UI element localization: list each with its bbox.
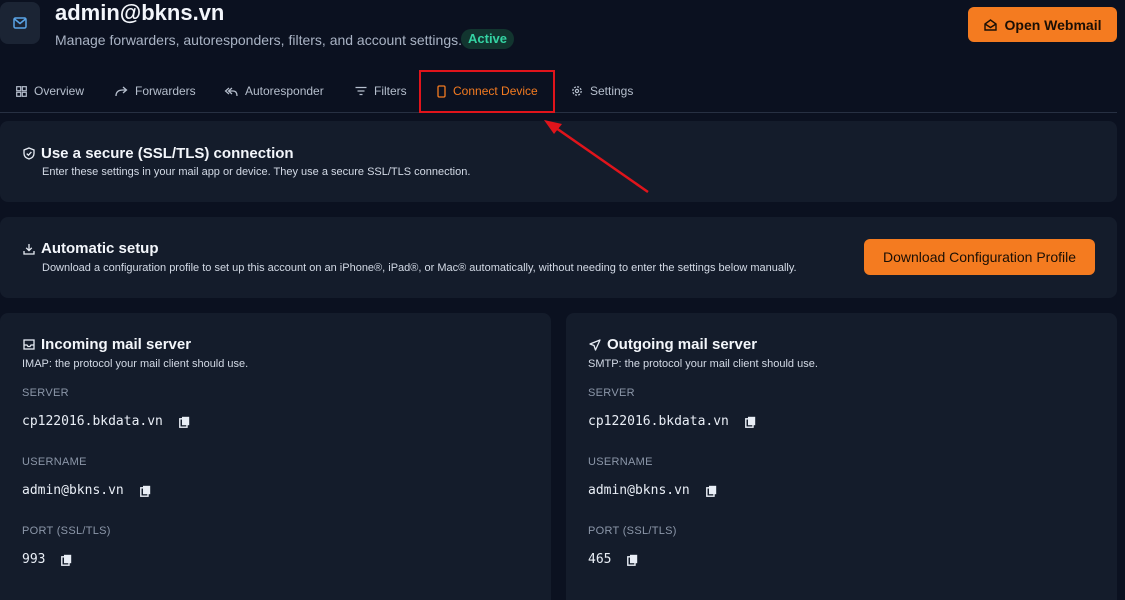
open-mail-icon xyxy=(983,18,997,31)
secure-connection-desc: Enter these settings in your mail app or… xyxy=(42,166,471,178)
filter-icon xyxy=(355,86,367,96)
tab-forwarders-label: Forwarders xyxy=(135,84,196,98)
outgoing-username-value: admin@bkns.vn xyxy=(588,483,690,498)
download-icon xyxy=(23,243,35,255)
outgoing-title: Outgoing mail server xyxy=(607,336,758,353)
incoming-port-label: PORT (SSL/TLS) xyxy=(22,525,111,537)
outgoing-server-row: cp122016.bkdata.vn xyxy=(588,414,756,429)
tab-settings[interactable]: Settings xyxy=(571,70,633,112)
incoming-desc: IMAP: the protocol your mail client shou… xyxy=(22,358,249,370)
forward-arrow-icon xyxy=(115,86,128,97)
outgoing-port-row: 465 xyxy=(588,552,638,567)
automatic-setup-title-row: Automatic setup xyxy=(23,240,159,257)
incoming-server-card: Incoming mail server IMAP: the protocol … xyxy=(0,313,551,600)
incoming-port-row: 993 xyxy=(22,552,72,567)
incoming-title: Incoming mail server xyxy=(41,336,192,353)
tab-overview[interactable]: Overview xyxy=(16,70,84,112)
incoming-server-label: SERVER xyxy=(22,387,69,399)
open-webmail-label: Open Webmail xyxy=(1004,16,1102,33)
outgoing-server-card: Outgoing mail server SMTP: the protocol … xyxy=(566,313,1117,600)
outgoing-username-row: admin@bkns.vn xyxy=(588,483,717,498)
status-badge: Active xyxy=(461,29,515,49)
copy-icon[interactable] xyxy=(744,416,756,428)
incoming-port-value: 993 xyxy=(22,552,46,567)
incoming-title-row: Incoming mail server xyxy=(23,336,191,353)
outgoing-server-value: cp122016.bkdata.vn xyxy=(588,414,729,429)
incoming-username-row: admin@bkns.vn xyxy=(22,483,151,498)
copy-icon[interactable] xyxy=(627,554,638,566)
tab-autoresponder-label: Autoresponder xyxy=(245,84,324,98)
incoming-username-label: USERNAME xyxy=(22,456,87,468)
phone-icon xyxy=(437,84,446,98)
outgoing-port-value: 465 xyxy=(588,552,612,567)
account-title: admin@bkns.vn xyxy=(55,0,225,25)
secure-connection-card: Use a secure (SSL/TLS) connection Enter … xyxy=(0,121,1117,202)
open-webmail-button[interactable]: Open Webmail xyxy=(968,7,1117,42)
incoming-server-row: cp122016.bkdata.vn xyxy=(22,414,190,429)
outgoing-port-label: PORT (SSL/TLS) xyxy=(588,525,677,537)
automatic-setup-title: Automatic setup xyxy=(41,240,159,257)
send-icon xyxy=(589,338,601,351)
tab-filters[interactable]: Filters xyxy=(355,70,407,112)
tab-forwarders[interactable]: Forwarders xyxy=(115,70,196,112)
tab-overview-label: Overview xyxy=(34,84,85,98)
gear-icon xyxy=(571,85,583,97)
account-subtitle: Manage forwarders, autoresponders, filte… xyxy=(55,32,462,48)
outgoing-username-label: USERNAME xyxy=(588,456,653,468)
secure-connection-title: Use a secure (SSL/TLS) connection xyxy=(41,145,294,162)
incoming-server-value: cp122016.bkdata.vn xyxy=(22,414,163,429)
grid-icon xyxy=(16,85,27,97)
shield-check-icon xyxy=(23,147,35,160)
mail-icon xyxy=(0,2,40,44)
copy-icon[interactable] xyxy=(139,485,151,497)
outgoing-server-label: SERVER xyxy=(588,387,635,399)
copy-icon[interactable] xyxy=(61,554,72,566)
incoming-username-value: admin@bkns.vn xyxy=(22,483,124,498)
tab-autoresponder[interactable]: Autoresponder xyxy=(224,70,324,112)
copy-icon[interactable] xyxy=(178,416,190,428)
tab-connect-device-label: Connect Device xyxy=(453,84,538,98)
account-header: admin@bkns.vn Manage forwarders, autores… xyxy=(0,0,1125,60)
tab-bar: Overview Forwarders Autoresponder Filter… xyxy=(0,70,1117,113)
tab-connect-device[interactable]: Connect Device xyxy=(437,70,538,112)
download-configuration-profile-button[interactable]: Download Configuration Profile xyxy=(864,239,1095,275)
copy-icon[interactable] xyxy=(705,485,717,497)
tab-settings-label: Settings xyxy=(590,84,634,98)
outgoing-desc: SMTP: the protocol your mail client shou… xyxy=(588,358,818,370)
tab-filters-label: Filters xyxy=(374,84,407,98)
inbox-icon xyxy=(23,339,35,350)
outgoing-title-row: Outgoing mail server xyxy=(589,336,757,353)
reply-all-icon xyxy=(224,86,238,97)
automatic-setup-desc: Download a configuration profile to set … xyxy=(42,262,797,274)
secure-connection-title-row: Use a secure (SSL/TLS) connection xyxy=(23,145,294,162)
